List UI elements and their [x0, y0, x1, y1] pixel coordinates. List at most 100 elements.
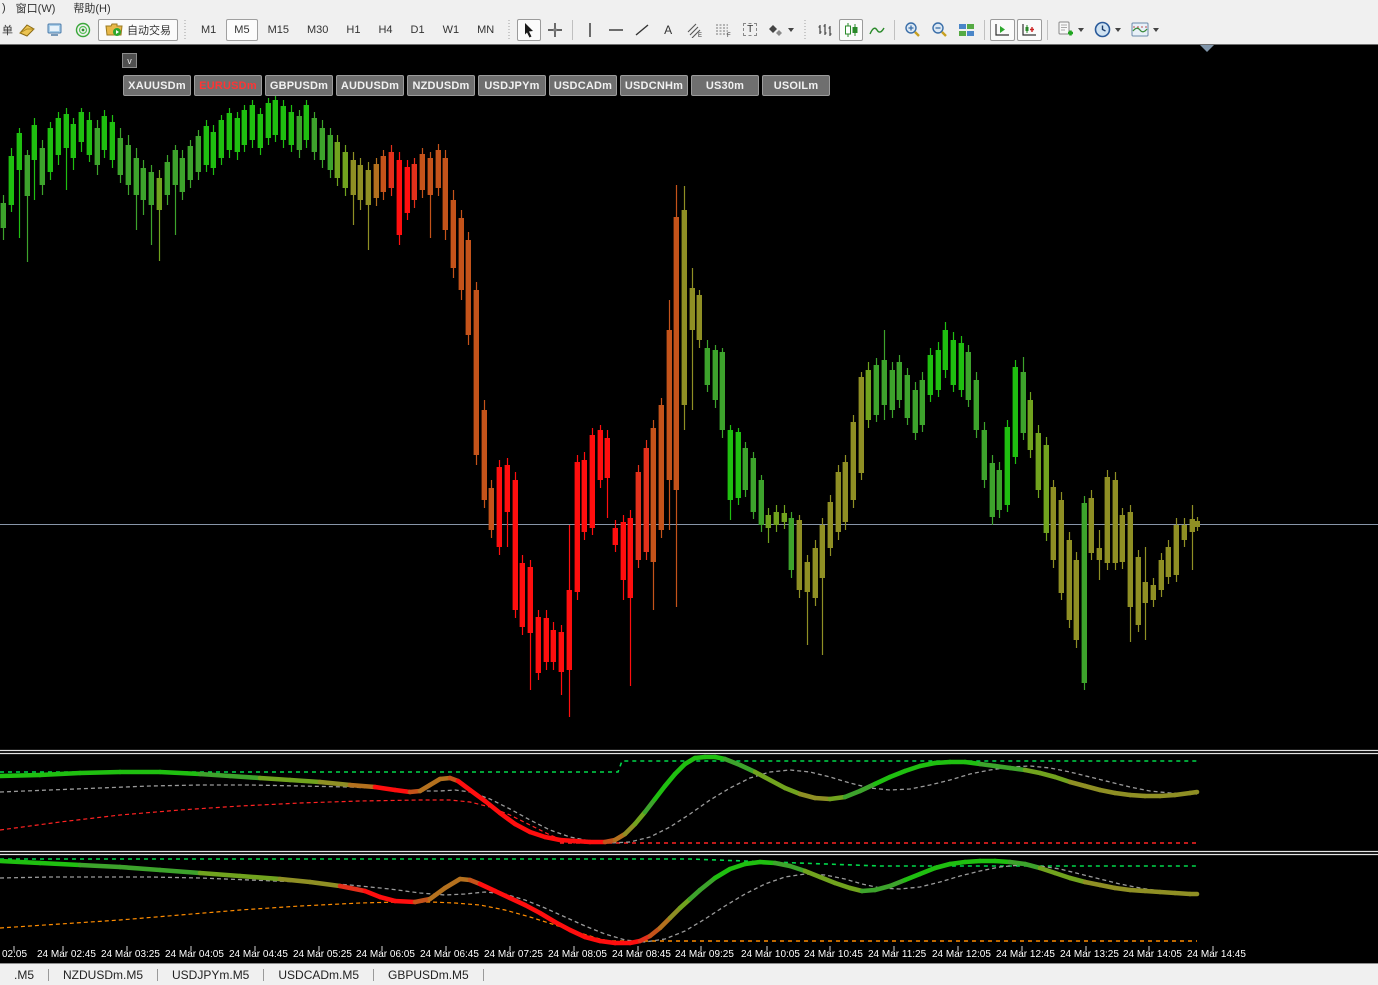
fibonacci-tool-button[interactable]: F [710, 19, 736, 41]
template-button[interactable] [1127, 19, 1163, 41]
candle-body [117, 138, 123, 175]
chart-region[interactable]: v XAUUSDm EURUSDm GBPUSDm AUDUSDm NZDUSDm USD… [0, 45, 1378, 963]
candle-body [812, 548, 818, 598]
symbol-button-usoilm[interactable]: USOILm [762, 75, 830, 96]
text-label-tool-button[interactable]: T [738, 19, 762, 41]
candle-body [16, 133, 22, 170]
symbol-button-nzdusdm[interactable]: NZDUSDm [407, 75, 475, 96]
toolbar-grip[interactable] [182, 19, 189, 40]
symbol-button-eurusdm[interactable]: EURUSDm [194, 75, 262, 96]
toolbar-grip[interactable] [802, 19, 810, 40]
indicator-main-line [512, 821, 533, 835]
add-indicator-button[interactable] [1053, 19, 1088, 41]
indicator-main-line [337, 883, 368, 894]
menu-item[interactable]: 窗口(W) [12, 0, 70, 16]
indicator-main-line [632, 809, 648, 827]
candle-body [388, 152, 394, 188]
chart-shift-button[interactable] [1017, 18, 1043, 41]
terminal-icon[interactable] [42, 19, 68, 41]
candle-body [419, 154, 425, 190]
indicator-main-line [1187, 789, 1200, 796]
arrows-tool-button[interactable] [764, 19, 798, 41]
timeframe-button-m30[interactable]: M30 [299, 19, 336, 41]
timeframe-button-m5[interactable]: M5 [226, 18, 258, 41]
new-order-button-partial[interactable]: 单 [2, 22, 13, 38]
symbol-bar-expander-button[interactable]: v [122, 53, 137, 68]
candle-body [86, 120, 92, 155]
signal-icon[interactable] [70, 19, 96, 41]
candle-body [1004, 427, 1010, 505]
trendline-tool-button[interactable] [630, 19, 654, 41]
bar-chart-type-button[interactable] [813, 19, 837, 41]
candle-body [643, 448, 649, 552]
symbol-button-xauusdm[interactable]: XAUUSDm [123, 75, 191, 96]
timeframe-button-m15[interactable]: M15 [260, 19, 297, 41]
text-tool-button[interactable]: A [656, 19, 680, 41]
vertical-line-tool-button[interactable] [578, 19, 602, 41]
candle-body [627, 518, 633, 598]
candle-body [1194, 521, 1200, 527]
indicator-main-line [77, 862, 123, 870]
symbol-button-gbpusdm[interactable]: GBPUSDm [265, 75, 333, 96]
timeframe-button-w1[interactable]: W1 [435, 19, 468, 41]
chart-tab[interactable]: NZDUSDm.M5 [49, 968, 157, 982]
symbol-button-usdjpym[interactable]: USDJPYm [478, 75, 546, 96]
cursor-tool-button[interactable] [517, 18, 542, 41]
equidistant-channel-tool-button[interactable]: E [682, 19, 708, 41]
timeframe-button-h4[interactable]: H4 [370, 19, 400, 41]
candle-body [39, 148, 45, 185]
auto-scroll-button[interactable] [990, 18, 1016, 41]
indicator-main-line [782, 785, 803, 797]
indicator-main-line [1067, 779, 1088, 789]
indicator-main-line [77, 769, 123, 776]
candle-body [0, 203, 7, 228]
candle-body [597, 430, 603, 480]
symbol-button-usdcadm[interactable]: USDCADm [549, 75, 617, 96]
toolbar-grip[interactable] [506, 19, 514, 40]
symbol-button-audusdm[interactable]: AUDUSDm [336, 75, 404, 96]
chart-tab[interactable]: .M5 [0, 968, 48, 982]
candle-body [94, 128, 100, 165]
candle-body [296, 116, 302, 150]
candle-body [896, 362, 902, 400]
timeframe-button-mn[interactable]: MN [469, 19, 502, 41]
zoom-in-button[interactable] [900, 19, 925, 41]
horizontal-line-tool-button[interactable] [604, 19, 628, 41]
chart-tab[interactable]: USDCADm.M5 [264, 968, 373, 982]
toolbar: 单 自动交易 M1 M5 M15 M30 H1 H4 D1 W1 MN A E … [0, 15, 1378, 45]
tile-windows-button[interactable] [954, 19, 979, 41]
indicator-main-line [392, 898, 418, 905]
crosshair-tool-button[interactable] [543, 19, 567, 41]
line-chart-type-button[interactable] [865, 19, 889, 41]
candle-body [919, 380, 925, 425]
indicator-main-line [257, 775, 293, 783]
zoom-out-button[interactable] [927, 19, 952, 41]
candle-body [973, 380, 979, 430]
timeframe-button-h1[interactable]: H1 [338, 19, 368, 41]
indicator-main-line [377, 894, 398, 904]
svg-text:E: E [698, 33, 702, 38]
candle-body [427, 158, 433, 195]
chart-tab[interactable]: GBPUSDm.M5 [374, 968, 483, 982]
timeframe-button-m1[interactable]: M1 [193, 19, 224, 41]
timeframe-button-d1[interactable]: D1 [403, 19, 433, 41]
indicator-main-line [1052, 870, 1073, 881]
candlestick-chart-type-button[interactable] [839, 18, 864, 41]
gold-book-icon[interactable] [14, 19, 40, 41]
candle-body [334, 142, 340, 178]
symbol-button-usdcnhm[interactable]: USDCNHm [620, 75, 688, 96]
time-axis[interactable]: 02:05 24 Mar 02:45 24 Mar 03:25 24 Mar 04:0… [0, 949, 1378, 963]
indicator-main-line [767, 777, 788, 791]
autotrading-button[interactable]: 自动交易 [98, 18, 178, 41]
indicator-main-line [842, 788, 863, 800]
period-clock-button[interactable] [1090, 19, 1125, 41]
indicator-main-line [1022, 861, 1043, 871]
indicator-main-line [507, 895, 528, 908]
symbol-button-us30m[interactable]: US30m [691, 75, 759, 96]
menu-item[interactable]: ) [0, 2, 12, 14]
indicator-main-line [652, 783, 668, 802]
menu-item[interactable]: 帮助(H) [69, 0, 124, 16]
candle-body [342, 152, 348, 188]
chart-tab[interactable]: USDJPYm.M5 [158, 968, 263, 982]
candle-body [581, 460, 587, 532]
